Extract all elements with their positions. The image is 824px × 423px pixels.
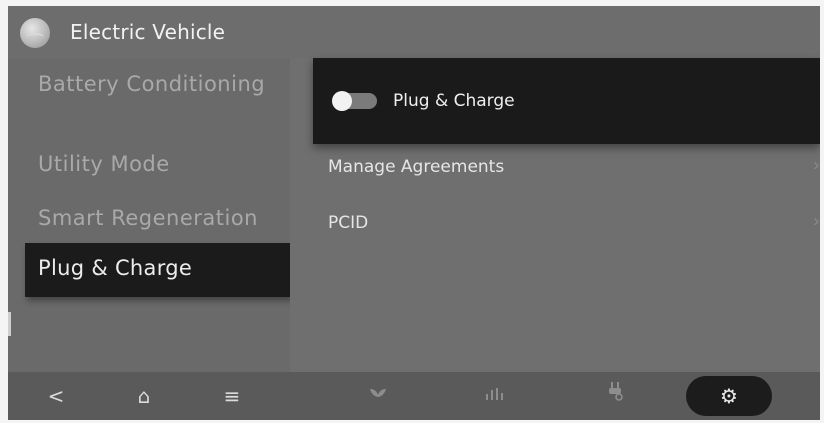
bottom-bar: < ⌂ ≡ ⚙ bbox=[8, 372, 820, 420]
manage-agreements-label: Manage Agreements bbox=[328, 157, 505, 177]
content-panel: Plug & Charge Manage Agreements › PCID › bbox=[290, 58, 820, 372]
toggle-label: Plug & Charge bbox=[393, 91, 515, 111]
home-icon[interactable]: ⌂ bbox=[128, 380, 160, 412]
plug-and-charge-toggle[interactable] bbox=[332, 91, 377, 111]
sidebar-item-smart-regeneration[interactable]: Smart Regeneration bbox=[38, 204, 258, 232]
leaf-icon[interactable] bbox=[362, 380, 394, 412]
menu-icon[interactable]: ≡ bbox=[216, 380, 248, 412]
sidebar-item-battery-conditioning[interactable]: Battery Conditioning bbox=[38, 70, 278, 98]
gear-icon: ⚙ bbox=[720, 384, 738, 408]
sidebar-item-plug-and-charge[interactable]: Plug & Charge bbox=[25, 243, 291, 297]
chevron-right-icon: › bbox=[812, 211, 820, 232]
screen: Electric Vehicle Battery Conditioning Ut… bbox=[8, 6, 820, 420]
pcid-row[interactable]: PCID › bbox=[328, 204, 820, 244]
back-icon[interactable]: < bbox=[40, 380, 72, 412]
sidebar-item-utility-mode[interactable]: Utility Mode bbox=[38, 150, 170, 178]
manage-agreements-row[interactable]: Manage Agreements › bbox=[328, 148, 820, 188]
header: Electric Vehicle bbox=[8, 6, 820, 58]
page-title: Electric Vehicle bbox=[70, 20, 226, 44]
chevron-right-icon: › bbox=[812, 155, 820, 176]
toggle-knob bbox=[332, 91, 352, 111]
plug-icon[interactable] bbox=[600, 380, 632, 412]
earth-icon bbox=[20, 18, 50, 48]
settings-button[interactable]: ⚙ bbox=[686, 376, 772, 416]
chart-icon[interactable] bbox=[478, 380, 510, 412]
sidebar-item-label: Plug & Charge bbox=[38, 256, 193, 280]
pcid-label: PCID bbox=[328, 213, 369, 233]
sidebar: Battery Conditioning Utility Mode Smart … bbox=[8, 58, 291, 372]
scroll-indicator bbox=[8, 312, 11, 336]
plug-and-charge-toggle-row[interactable]: Plug & Charge bbox=[313, 58, 820, 144]
